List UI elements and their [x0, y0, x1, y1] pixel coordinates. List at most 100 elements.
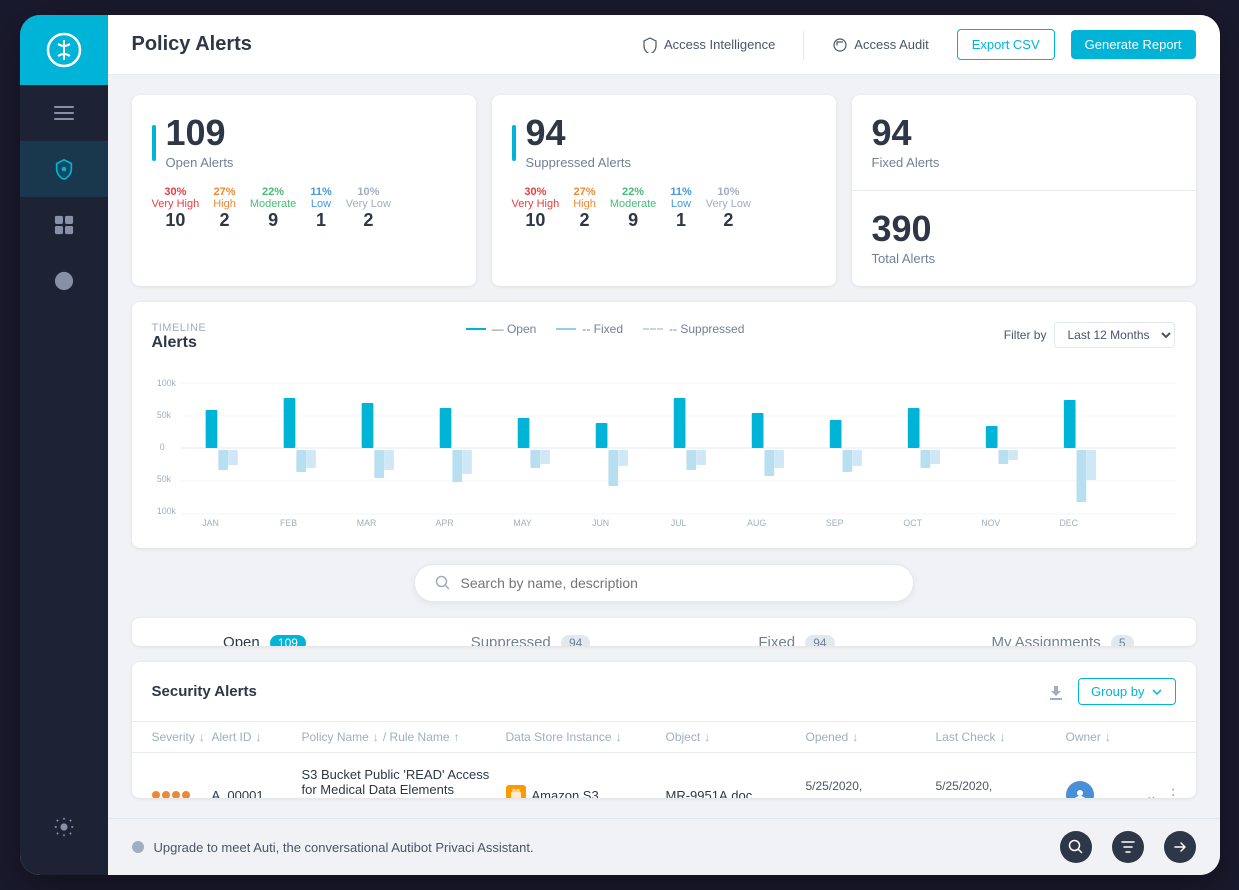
col-severity[interactable]: Severity ↓ — [152, 730, 212, 744]
security-alerts-table: Security Alerts Group by — [132, 662, 1196, 798]
svg-text:AUG: AUG — [747, 518, 766, 528]
main-content: Policy Alerts Access Intelligence Access… — [108, 15, 1220, 875]
more-options[interactable]: ⋮ — [1165, 785, 1181, 798]
svg-text:DEC: DEC — [1059, 518, 1078, 528]
row-actions: ⌄ ⋮ — [1146, 785, 1176, 798]
filter-bottom-button[interactable] — [1112, 831, 1144, 863]
tab-suppressed[interactable]: Suppressed 94 — [398, 618, 664, 646]
upgrade-message: Upgrade to meet Auti, the conversational… — [132, 840, 534, 855]
sidebar-item-grid[interactable] — [20, 197, 108, 253]
bottom-icons — [1060, 831, 1196, 863]
legend-fixed: -- Fixed — [556, 322, 623, 336]
search-bottom-button[interactable] — [1060, 831, 1092, 863]
tab-open[interactable]: Open 109 — [132, 618, 398, 646]
legend-fixed-label: -- Fixed — [582, 322, 623, 336]
navigate-bottom-button[interactable] — [1164, 831, 1196, 863]
legend-open: — Open — [466, 322, 537, 336]
expand-chevron[interactable]: ⌄ — [1146, 787, 1158, 798]
sidebar-item-shield[interactable] — [20, 141, 108, 197]
open-breakdown: 30% Very High 10 27% High 2 22% Moderate — [152, 186, 456, 231]
svg-text:0: 0 — [159, 442, 164, 452]
data-store-instance: Amazon S3 — [506, 785, 666, 798]
legend-suppressed-label: -- Suppressed — [669, 322, 744, 336]
svg-text:50k: 50k — [156, 410, 171, 420]
svg-text:MAR: MAR — [356, 518, 375, 528]
suppressed-alerts-number: 94 — [526, 115, 632, 151]
tab-open-badge: 109 — [270, 635, 306, 646]
col-opened[interactable]: Opened ↓ — [806, 730, 936, 744]
open-alerts-card: 109 Open Alerts 30% Very High 10 27% Hig… — [132, 95, 476, 286]
group-by-label: Group by — [1091, 684, 1144, 699]
svg-text:SEP: SEP — [825, 518, 843, 528]
svg-text:OCT: OCT — [903, 518, 922, 528]
fixed-alerts-section: 94 Fixed Alerts — [852, 95, 1196, 191]
chart-area: 100k 50k 0 50k 100k — [152, 368, 1176, 528]
amazon-s3-icon — [509, 788, 523, 798]
dot-4 — [182, 791, 190, 798]
owner-avatar — [1066, 781, 1094, 798]
export-csv-button[interactable]: Export CSV — [957, 29, 1055, 60]
col-policy-name[interactable]: Policy Name ↓ / Rule Name ↑ — [302, 730, 506, 744]
legend-fixed-line — [556, 328, 576, 330]
suppressed-alerts-card: 94 Suppressed Alerts 30% Very High 10 27… — [492, 95, 836, 286]
search-container — [132, 564, 1196, 602]
total-label: Total Alerts — [872, 251, 1176, 266]
fixed-total-card: 94 Fixed Alerts 390 Total Alerts — [852, 95, 1196, 286]
sidebar-item-settings[interactable] — [53, 799, 75, 855]
chart-header: Timeline Alerts — Open -- Fixed — [152, 322, 1176, 352]
table-header-bar: Security Alerts Group by — [132, 662, 1196, 722]
page-title: Policy Alerts — [132, 33, 631, 56]
open-alerts-accent — [152, 125, 156, 161]
breakdown-very-low: 10% Very Low 2 — [346, 186, 391, 231]
alerts-chart-card: Timeline Alerts — Open -- Fixed — [132, 302, 1196, 548]
sidebar-menu-button[interactable] — [20, 85, 108, 141]
total-alerts-section: 390 Total Alerts — [852, 191, 1196, 286]
tab-my-assignments[interactable]: My Assignments 5 — [930, 618, 1196, 646]
col-object[interactable]: Object ↓ — [666, 730, 806, 744]
search-icon — [435, 575, 451, 591]
svg-text:JUL: JUL — [670, 518, 686, 528]
tab-open-label: Open — [223, 634, 260, 646]
chart-title-area: Timeline Alerts — [152, 322, 207, 352]
access-audit-link[interactable]: Access Audit — [820, 37, 940, 53]
search-input[interactable] — [461, 575, 893, 591]
col-owner[interactable]: Owner ↓ — [1066, 730, 1146, 744]
chart-svg: 100k 50k 0 50k 100k — [152, 368, 1176, 528]
col-alert-id[interactable]: Alert ID ↓ — [212, 730, 302, 744]
suppressed-alerts-label: Suppressed Alerts — [526, 155, 632, 170]
table-col-headers: Severity ↓ Alert ID ↓ Policy Name ↓ / Ru… — [132, 722, 1196, 753]
app-logo[interactable] — [20, 15, 108, 85]
group-by-button[interactable]: Group by — [1078, 678, 1175, 705]
access-intelligence-link[interactable]: Access Intelligence — [630, 37, 787, 53]
col-last-check[interactable]: Last Check ↓ — [936, 730, 1066, 744]
filter-select[interactable]: Last 12 Months Last 6 Months Last 3 Mont… — [1054, 322, 1175, 348]
alert-tabs: Open 109 Suppressed 94 Fixed 94 My Assig… — [132, 618, 1196, 646]
last-check-date: 5/25/2020,12:00 PM — [936, 778, 1066, 798]
suppressed-breakdown: 30% Very High 10 27% High 2 22% Moderate — [512, 186, 816, 231]
generate-report-button[interactable]: Generate Report — [1071, 30, 1196, 59]
sidebar-item-target[interactable] — [20, 253, 108, 309]
bottom-bar: Upgrade to meet Auti, the conversational… — [108, 818, 1220, 875]
svg-text:JUN: JUN — [592, 518, 609, 528]
open-alerts-number: 109 — [166, 115, 234, 151]
col-data-store[interactable]: Data Store Instance ↓ — [506, 730, 666, 744]
access-intelligence-label: Access Intelligence — [664, 37, 775, 52]
owner-cell — [1066, 781, 1146, 798]
col-actions — [1146, 730, 1176, 744]
table-icons: Group by — [1046, 678, 1175, 705]
legend-open-line — [466, 328, 486, 330]
policy-name: S3 Bucket Public 'READ' Access for Medic… — [302, 767, 506, 797]
object-name: MR-9951A.doc — [666, 788, 806, 798]
stats-row: 109 Open Alerts 30% Very High 10 27% Hig… — [132, 95, 1196, 286]
chart-title: Alerts — [152, 334, 207, 352]
table-section-title: Security Alerts — [152, 683, 257, 700]
tab-fixed[interactable]: Fixed 94 — [664, 618, 930, 646]
suppressed-alerts-accent — [512, 125, 516, 161]
svg-text:100k: 100k — [156, 506, 176, 516]
alert-id: A_00001 — [212, 788, 302, 798]
tab-suppressed-label: Suppressed — [471, 634, 551, 646]
download-icon[interactable] — [1046, 682, 1066, 702]
svg-text:50k: 50k — [156, 474, 171, 484]
aws-icon — [506, 785, 526, 798]
svg-text:JAN: JAN — [202, 518, 219, 528]
